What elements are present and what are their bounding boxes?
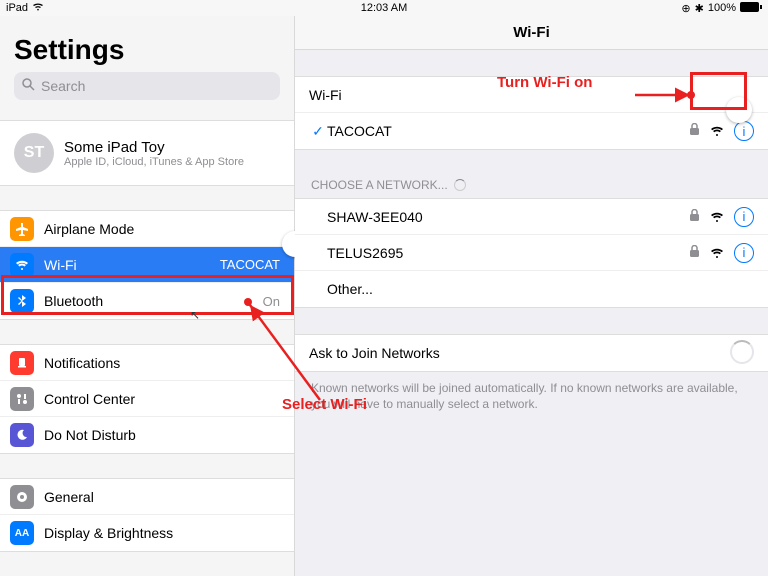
ask-join-row: Ask to Join Networks — [295, 335, 768, 371]
bluetooth-icon — [10, 289, 34, 313]
airplane-icon — [10, 217, 34, 241]
status-bar: iPad 12:03 AM ⊕ ✱ 100% — [0, 0, 768, 16]
control-center-icon — [10, 387, 34, 411]
page-title: Settings — [14, 34, 280, 66]
search-icon — [22, 78, 35, 94]
wifi-toggle-label: Wi-Fi — [309, 87, 754, 103]
account-subtitle: Apple ID, iCloud, iTunes & App Store — [64, 156, 244, 168]
network-name: SHAW-3EE040 — [327, 209, 689, 225]
wifi-status-icon — [32, 2, 44, 15]
orientation-lock-icon: ⊕ — [681, 2, 690, 15]
connected-network-row[interactable]: ✓ TACOCAT i — [295, 113, 768, 149]
other-network-row[interactable]: Other... — [295, 271, 768, 307]
battery-label: 100% — [708, 2, 736, 14]
notifications-row[interactable]: Notifications — [0, 345, 294, 381]
spinner-icon — [454, 179, 466, 191]
network-row[interactable]: SHAW-3EE040 i — [295, 199, 768, 235]
search-input[interactable]: Search — [14, 72, 280, 100]
wifi-detail-pane: Wi-Fi Wi-Fi ✓ TACOCAT i CHOOSE A NETWORK… — [295, 16, 768, 576]
airplane-mode-row[interactable]: Airplane Mode — [0, 211, 294, 247]
control-center-row[interactable]: Control Center — [0, 381, 294, 417]
bluetooth-value: On — [263, 294, 280, 309]
notifications-icon — [10, 351, 34, 375]
apple-id-row[interactable]: ST Some iPad Toy Apple ID, iCloud, iTune… — [0, 120, 294, 186]
display-icon: AA — [10, 521, 34, 545]
search-placeholder: Search — [41, 78, 85, 94]
display-brightness-row[interactable]: AA Display & Brightness — [0, 515, 294, 551]
wifi-row[interactable]: Wi-Fi TACOCAT — [0, 247, 294, 283]
wifi-icon — [10, 253, 34, 277]
network-name: TELUS2695 — [327, 245, 689, 261]
moon-icon — [10, 423, 34, 447]
clock: 12:03 AM — [361, 2, 407, 14]
info-icon[interactable]: i — [734, 121, 754, 141]
gear-icon — [10, 485, 34, 509]
ask-join-label: Ask to Join Networks — [309, 345, 730, 361]
info-icon[interactable]: i — [734, 207, 754, 227]
wifi-value: TACOCAT — [220, 257, 280, 272]
wifi-strength-icon — [710, 209, 724, 225]
network-row[interactable]: TELUS2695 i — [295, 235, 768, 271]
battery-icon — [740, 2, 762, 15]
detail-title: Wi-Fi — [295, 16, 768, 50]
airplane-mode-label: Airplane Mode — [44, 221, 134, 237]
bluetooth-row[interactable]: Bluetooth On — [0, 283, 294, 319]
bluetooth-label: Bluetooth — [44, 293, 103, 309]
lock-icon — [689, 123, 700, 139]
wifi-toggle-row: Wi-Fi — [295, 77, 768, 113]
connected-network-name: TACOCAT — [327, 123, 689, 139]
device-label: iPad — [6, 2, 28, 14]
lock-icon — [689, 209, 700, 225]
bluetooth-status-icon: ✱ — [695, 2, 704, 15]
notifications-label: Notifications — [44, 355, 120, 371]
checkmark-icon: ✓ — [309, 123, 327, 140]
wifi-strength-icon — [710, 123, 724, 139]
general-label: General — [44, 489, 94, 505]
wifi-strength-icon — [710, 245, 724, 261]
other-label: Other... — [327, 281, 754, 297]
avatar: ST — [14, 133, 54, 173]
control-center-label: Control Center — [44, 391, 135, 407]
do-not-disturb-label: Do Not Disturb — [44, 427, 136, 443]
account-name: Some iPad Toy — [64, 139, 244, 156]
info-icon[interactable]: i — [734, 243, 754, 263]
ask-join-hint: Known networks will be joined automatica… — [295, 372, 768, 412]
display-brightness-label: Display & Brightness — [44, 525, 173, 541]
settings-sidebar: Settings Search ST Some iPad Toy Apple I… — [0, 16, 295, 576]
do-not-disturb-row[interactable]: Do Not Disturb — [0, 417, 294, 453]
lock-icon — [689, 245, 700, 261]
choose-network-header: CHOOSE A NETWORK... — [311, 178, 448, 192]
general-row[interactable]: General — [0, 479, 294, 515]
ask-join-toggle[interactable] — [730, 340, 754, 367]
wifi-label: Wi-Fi — [44, 257, 77, 273]
